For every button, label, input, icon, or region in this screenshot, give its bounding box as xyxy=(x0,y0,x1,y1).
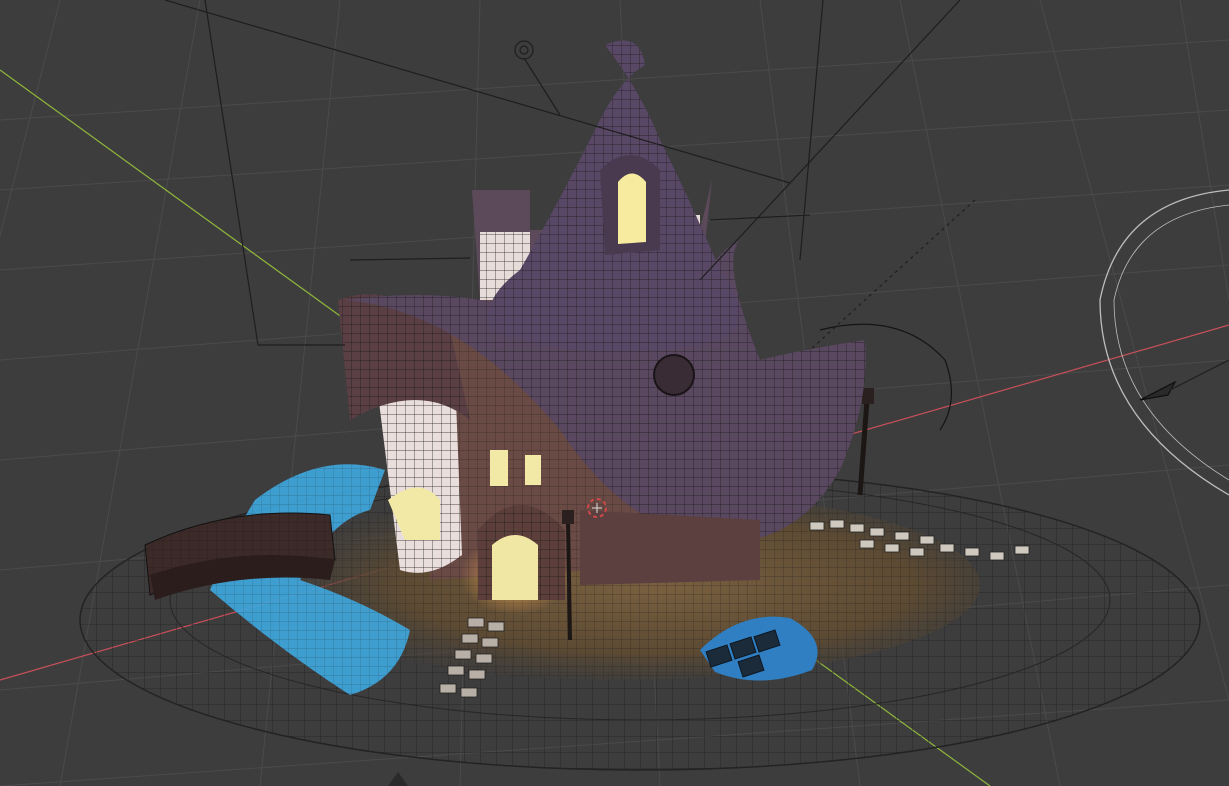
street-lamp-right[interactable] xyxy=(857,388,874,496)
3d-viewport[interactable] xyxy=(0,0,1229,786)
origin-marker xyxy=(388,772,408,786)
clock-face xyxy=(653,354,695,396)
camera[interactable] xyxy=(1099,189,1229,496)
